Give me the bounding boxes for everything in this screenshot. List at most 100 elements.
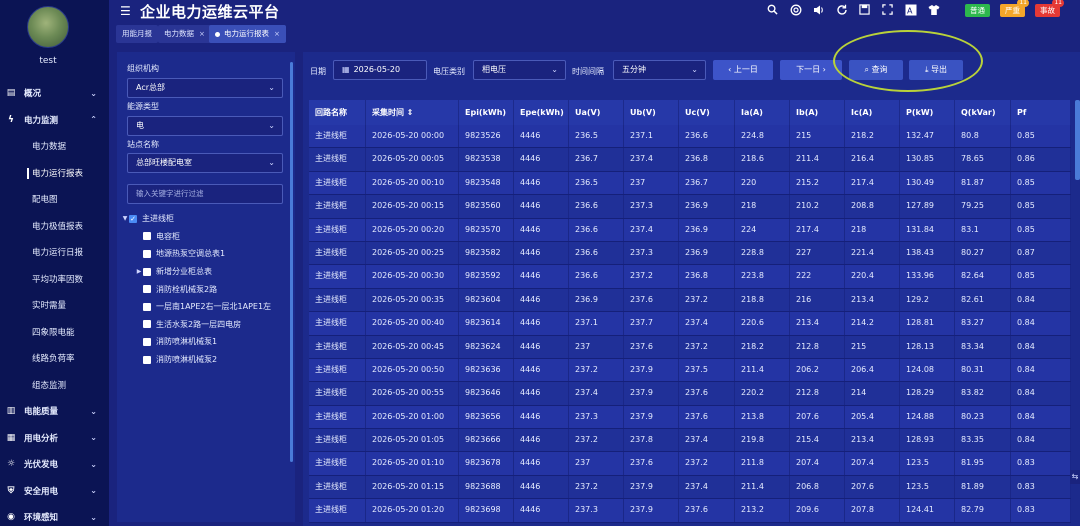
nav-sub-item[interactable]: 配电图 <box>0 186 109 213</box>
table-row[interactable]: 主进线柜 2026-05-20 00:35 9823604 4446 236.9 237.… <box>309 288 1071 313</box>
table-cell: 211.4 <box>735 358 790 382</box>
nav-sub-item[interactable]: 电力数据 <box>0 133 109 160</box>
table-row[interactable]: 主进线柜 2026-05-20 01:15 9823688 4446 237.2 237.… <box>309 475 1071 500</box>
table-scrollbar[interactable] <box>1075 100 1080 180</box>
settings-toggle-icon[interactable]: ⇆ <box>1070 470 1080 484</box>
voltage-type-label: 电压类别 <box>433 67 465 76</box>
table-row[interactable]: 主进线柜 2026-05-20 00:55 9823646 4446 237.4 237.… <box>309 382 1071 406</box>
table-row[interactable]: 主进线柜 2026-05-20 00:10 9823548 4446 236.5 237 2… <box>309 171 1071 196</box>
table-row[interactable]: 主进线柜 2026-05-20 00:50 9823636 4446 237.2 237.… <box>309 358 1071 383</box>
table-cell: 224.8 <box>735 125 790 148</box>
menu-toggle-icon[interactable]: ☰ <box>120 4 131 18</box>
checkbox[interactable] <box>143 285 151 294</box>
checkbox[interactable] <box>143 302 151 311</box>
nav-group-lightning[interactable]: ϟ 电力监测 ⌃ <box>0 107 109 134</box>
alarm-serious-badge[interactable]: 严重 11 <box>1000 0 1029 17</box>
org-select[interactable]: Acr总部 ⌄ <box>127 78 283 98</box>
tree-scrollbar[interactable] <box>290 62 293 462</box>
table-cell: 0.83 <box>1011 452 1071 475</box>
sound-icon[interactable] <box>812 3 825 16</box>
nav-sub-item[interactable]: 平均功率因数 <box>0 266 109 293</box>
table-row[interactable]: 主进线柜 2026-05-20 00:30 9823592 4446 236.6 237.… <box>309 265 1071 289</box>
fullscreen-icon[interactable] <box>881 3 894 16</box>
table-row[interactable]: 主进线柜 2026-05-20 00:40 9823614 4446 237.1 237.… <box>309 312 1071 336</box>
voltage-type-select[interactable]: 相电压 ⌄ <box>473 60 566 80</box>
close-icon[interactable]: × <box>274 30 280 38</box>
close-icon[interactable]: × <box>199 30 205 38</box>
table-cell: 237.2 <box>569 358 624 382</box>
table-row[interactable]: 主进线柜 2026-05-20 00:45 9823624 4446 237 237.6 2… <box>309 335 1071 359</box>
alarm-normal-badge[interactable]: 普通 <box>965 4 990 17</box>
table-cell: 215 <box>845 335 900 358</box>
table-cell: 128.13 <box>900 335 955 358</box>
table-row[interactable]: 主进线柜 2026-05-20 00:20 9823570 4446 236.6 237.… <box>309 218 1071 242</box>
search-icon[interactable] <box>766 3 779 16</box>
tree-node[interactable]: ▼ ✓ 主进线柜 <box>121 210 291 228</box>
nav-group-env[interactable]: ◉ 环境感知 ⌄ <box>0 504 109 526</box>
table-row[interactable]: 主进线柜 2026-05-20 00:25 9823582 4446 236.6 237.… <box>309 241 1071 266</box>
table-cell: 4446 <box>514 218 569 241</box>
caret-down-icon[interactable]: ▼ <box>121 215 129 222</box>
caret-right-icon[interactable]: ▶ <box>135 268 143 275</box>
refresh-icon[interactable] <box>835 3 848 16</box>
nav-sub-item[interactable]: 实时需量 <box>0 292 109 319</box>
tree-node-label: 地源热泵空调总表1 <box>156 249 226 259</box>
checkbox[interactable] <box>143 232 151 241</box>
nav-group-chart[interactable]: ▤ 概况 ⌄ <box>0 80 109 107</box>
tree-node[interactable]: ▶ 新增分业柜总表 <box>121 263 291 281</box>
prev-day-button[interactable]: ‹ 上一日 <box>713 60 773 80</box>
tab-power-report[interactable]: 电力运行报表 × <box>209 25 286 43</box>
nav-group-shield[interactable]: ⛨ 安全用电 ⌄ <box>0 478 109 505</box>
checkbox[interactable]: ✓ <box>129 214 137 223</box>
checkbox[interactable] <box>143 337 151 346</box>
tree-node[interactable]: 一层南1APE2右一层北1APE1左 <box>121 298 291 316</box>
energy-type-select[interactable]: 电 ⌄ <box>127 116 283 136</box>
table-cell: 215.4 <box>790 429 845 452</box>
nav-sub-item[interactable]: 线路负荷率 <box>0 345 109 372</box>
tree-node[interactable]: 消防喷淋机械泵2 <box>121 351 291 369</box>
nav-sub-item[interactable]: 四象限电能 <box>0 319 109 346</box>
nav-sub-item[interactable]: 组态监测 <box>0 372 109 399</box>
table-cell: 9823688 <box>459 475 514 499</box>
table-cell: 212.8 <box>790 382 845 405</box>
avatar[interactable] <box>27 6 69 48</box>
table-row[interactable]: 主进线柜 2026-05-20 01:00 9823656 4446 237.3 237.… <box>309 405 1071 430</box>
nav-group-analysis[interactable]: ▦ 用电分析 ⌄ <box>0 425 109 452</box>
tab-energy-monthly[interactable]: 用能月报 <box>116 25 158 43</box>
tree-node[interactable]: 地源热泵空调总表1 <box>121 245 291 263</box>
table-row[interactable]: 主进线柜 2026-05-20 01:10 9823678 4446 237 237.6 2… <box>309 452 1071 476</box>
tree-filter-input[interactable]: 输入关键字进行过滤 <box>127 184 283 204</box>
nav-group-solar[interactable]: ☼ 光伏发电 ⌄ <box>0 451 109 478</box>
station-select[interactable]: 总部旺楼配电室 ⌄ <box>127 153 283 173</box>
checkbox[interactable] <box>143 249 151 258</box>
table-row[interactable]: 主进线柜 2026-05-20 00:05 9823538 4446 236.7 237.… <box>309 148 1071 172</box>
nav-group-wave[interactable]: ▥ 电能质量 ⌄ <box>0 398 109 425</box>
checkbox[interactable] <box>143 355 151 364</box>
checkbox[interactable] <box>143 267 151 276</box>
save-icon[interactable] <box>858 3 871 16</box>
tree-node[interactable]: 消防栓机械泵2路 <box>121 280 291 298</box>
table-cell: 213.4 <box>845 429 900 452</box>
alarm-accident-badge[interactable]: 事故 11 <box>1035 0 1064 17</box>
support-icon[interactable] <box>789 3 802 16</box>
table-row[interactable]: 主进线柜 2026-05-20 00:15 9823560 4446 236.6 237.… <box>309 195 1071 219</box>
nav-sub-item[interactable]: 电力运行日报 <box>0 239 109 266</box>
calendar-icon: ▦ <box>342 65 350 74</box>
table-row[interactable]: 主进线柜 2026-05-20 01:05 9823666 4446 237.2 237.… <box>309 429 1071 453</box>
theme-icon[interactable] <box>927 3 940 16</box>
tab-power-data[interactable]: 电力数据 × <box>158 25 211 43</box>
sort-icon[interactable]: ⇕ <box>404 108 414 117</box>
nav-sub-item[interactable]: 电力运行报表 <box>0 160 109 187</box>
tree-node[interactable]: 电容柜 <box>121 228 291 246</box>
tree-node[interactable]: 消防喷淋机械泵1 <box>121 333 291 351</box>
font-size-icon[interactable]: A <box>904 3 917 16</box>
column-header[interactable]: 采集时间 ⇕ <box>366 100 459 125</box>
checkbox[interactable] <box>143 320 151 329</box>
alarm-accident-count: 11 <box>1052 0 1064 7</box>
table-row[interactable]: 主进线柜 2026-05-20 00:00 9823526 4446 236.5 237.… <box>309 125 1071 149</box>
interval-select[interactable]: 五分钟 ⌄ <box>613 60 706 80</box>
table-row[interactable]: 主进线柜 2026-05-20 01:20 9823698 4446 237.3 237.… <box>309 499 1071 523</box>
date-picker[interactable]: ▦ 2026-05-20 <box>333 60 427 80</box>
tree-node[interactable]: 生活水泵2路一层四电房 <box>121 316 291 334</box>
nav-sub-item[interactable]: 电力极值报表 <box>0 213 109 240</box>
